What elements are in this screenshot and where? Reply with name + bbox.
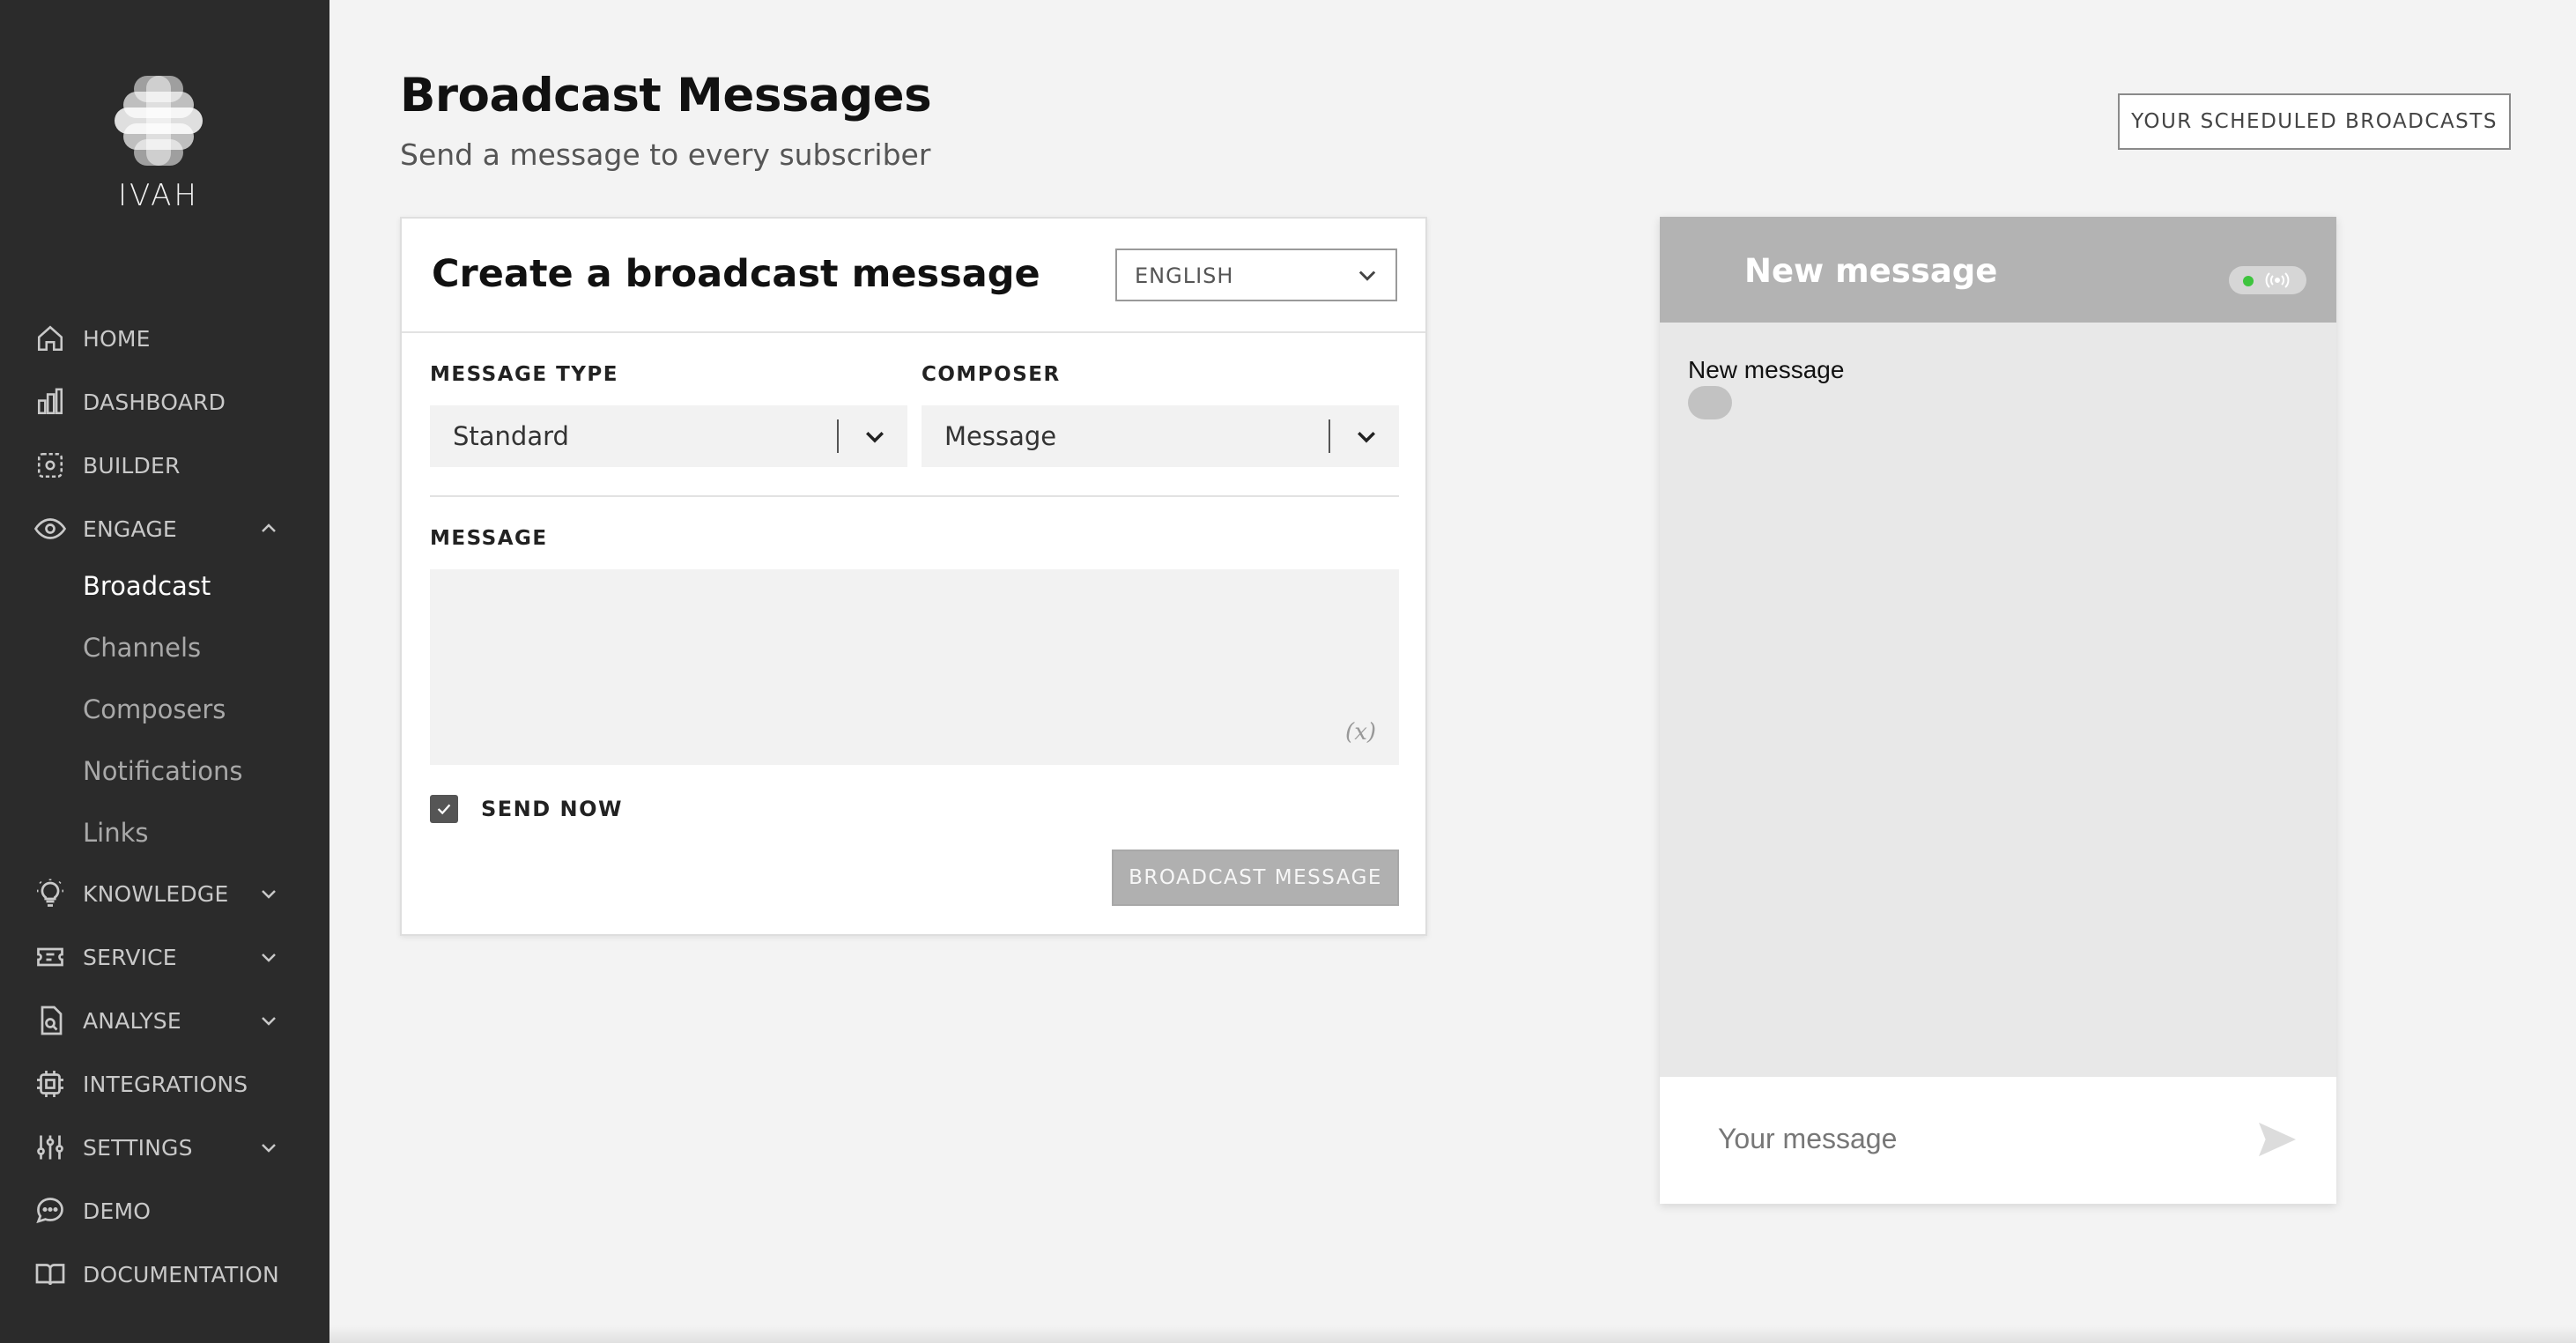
chat-preview: New message New message Your message — [1660, 217, 2336, 1204]
book-icon — [33, 1258, 67, 1291]
select-separator — [837, 419, 839, 453]
chevron-down-icon[interactable] — [255, 1134, 282, 1161]
sidebar-item-service[interactable]: SERVICE — [0, 932, 329, 982]
ivah-logo[interactable]: IVAH — [97, 72, 220, 213]
chat-input-bar[interactable]: Your message — [1660, 1077, 2336, 1204]
sidebar-subitem-notifications[interactable]: Notifications — [83, 749, 243, 793]
composer-select[interactable]: Message — [922, 405, 1399, 467]
logo-mark-icon — [115, 76, 203, 166]
card-header: Create a broadcast message ENGLISH — [402, 219, 1425, 333]
sidebar-item-label: ENGAGE — [83, 516, 177, 542]
sidebar-subitem-channels[interactable]: Channels — [83, 626, 201, 670]
sidebar-item-label: ANALYSE — [83, 1007, 181, 1034]
sidebar-item-label: DOCUMENTATION — [83, 1261, 279, 1287]
preview-message-text: New message — [1688, 356, 1845, 383]
sidebar-item-label: INTEGRATIONS — [83, 1071, 248, 1097]
sidebar-subitem-composers[interactable]: Composers — [83, 687, 226, 731]
home-icon — [33, 322, 67, 355]
language-value: ENGLISH — [1135, 263, 1234, 288]
page-title: Broadcast Messages — [400, 69, 932, 122]
chat-title: New message — [1744, 252, 1998, 290]
sidebar-item-documentation[interactable]: DOCUMENTATION — [0, 1250, 329, 1299]
sidebar-item-integrations[interactable]: INTEGRATIONS — [0, 1059, 329, 1109]
analyse-icon — [33, 1004, 67, 1037]
connection-status-badge — [2229, 266, 2306, 294]
builder-icon — [33, 449, 67, 482]
bottom-shadow — [329, 1325, 2576, 1343]
sidebar-item-label: DEMO — [83, 1198, 152, 1224]
variable-insert-icon[interactable]: (x) — [1345, 719, 1376, 746]
page-subtitle: Send a message to every subscriber — [400, 137, 931, 172]
broadcast-form-card: Create a broadcast message ENGLISH MESSA… — [400, 217, 1427, 936]
broadcast-message-button[interactable]: BROADCAST MESSAGE — [1112, 850, 1399, 906]
sidebar-item-builder[interactable]: BUILDER — [0, 441, 329, 490]
message-label: MESSAGE — [430, 527, 548, 550]
chip-icon — [33, 1067, 67, 1101]
sidebar-item-analyse[interactable]: ANALYSE — [0, 996, 329, 1045]
send-now-label[interactable]: SEND NOW — [481, 797, 623, 821]
ticket-icon — [33, 940, 67, 974]
chevron-up-icon[interactable] — [255, 516, 282, 542]
sidebar-item-knowledge[interactable]: KNOWLEDGE — [0, 869, 329, 918]
sidebar-item-label: SETTINGS — [83, 1134, 193, 1161]
sidebar-item-home[interactable]: HOME — [0, 314, 329, 363]
chevron-down-icon[interactable] — [255, 1007, 282, 1034]
sidebar-subitem-broadcast[interactable]: Broadcast — [83, 564, 211, 608]
scheduled-broadcasts-button[interactable]: YOUR SCHEDULED BROADCASTS — [2118, 93, 2511, 150]
send-now-checkbox[interactable] — [430, 795, 458, 823]
chat-header: New message — [1660, 217, 2336, 323]
sidebar-item-dashboard[interactable]: DASHBOARD — [0, 377, 329, 427]
lightbulb-icon — [33, 877, 67, 910]
sidebar-item-label: SERVICE — [83, 944, 177, 970]
bar-chart-icon — [33, 385, 67, 419]
sidebar: IVAH HOME DASHBOARD BUILDER ENGAGE Broad… — [0, 0, 329, 1343]
card-title: Create a broadcast message — [432, 252, 1040, 296]
chevron-down-icon[interactable] — [255, 944, 282, 970]
typing-indicator — [1688, 386, 1732, 419]
chevron-down-icon — [1353, 423, 1380, 456]
brand-name: IVAH — [118, 178, 199, 213]
message-type-select[interactable]: Standard — [430, 405, 907, 467]
message-type-label: MESSAGE TYPE — [430, 363, 619, 386]
sidebar-item-label: HOME — [83, 325, 151, 352]
sidebar-subitem-links[interactable]: Links — [83, 811, 149, 855]
chevron-down-icon — [1355, 263, 1380, 293]
chevron-down-icon — [862, 423, 888, 456]
sidebar-item-label: DASHBOARD — [83, 389, 226, 415]
signal-icon — [2264, 269, 2291, 297]
message-type-value: Standard — [453, 421, 569, 451]
checkmark-icon — [437, 804, 451, 815]
composer-label: COMPOSER — [922, 363, 1061, 386]
sidebar-item-label: BUILDER — [83, 452, 181, 479]
eye-icon — [33, 512, 67, 545]
message-textarea[interactable]: (x) — [430, 569, 1399, 765]
online-dot-icon — [2243, 276, 2254, 286]
language-select[interactable]: ENGLISH — [1115, 249, 1397, 301]
select-separator — [1329, 419, 1330, 453]
sliders-icon — [33, 1131, 67, 1164]
chat-input-placeholder: Your message — [1718, 1123, 1898, 1154]
sidebar-item-demo[interactable]: DEMO — [0, 1186, 329, 1235]
form-divider — [430, 495, 1399, 497]
composer-value: Message — [944, 421, 1057, 451]
chat-bubble-icon — [33, 1194, 67, 1228]
send-icon[interactable] — [2257, 1121, 2298, 1162]
sidebar-item-settings[interactable]: SETTINGS — [0, 1123, 329, 1172]
sidebar-item-label: KNOWLEDGE — [83, 880, 229, 907]
chevron-down-icon[interactable] — [255, 880, 282, 907]
sidebar-item-engage[interactable]: ENGAGE — [0, 504, 329, 553]
